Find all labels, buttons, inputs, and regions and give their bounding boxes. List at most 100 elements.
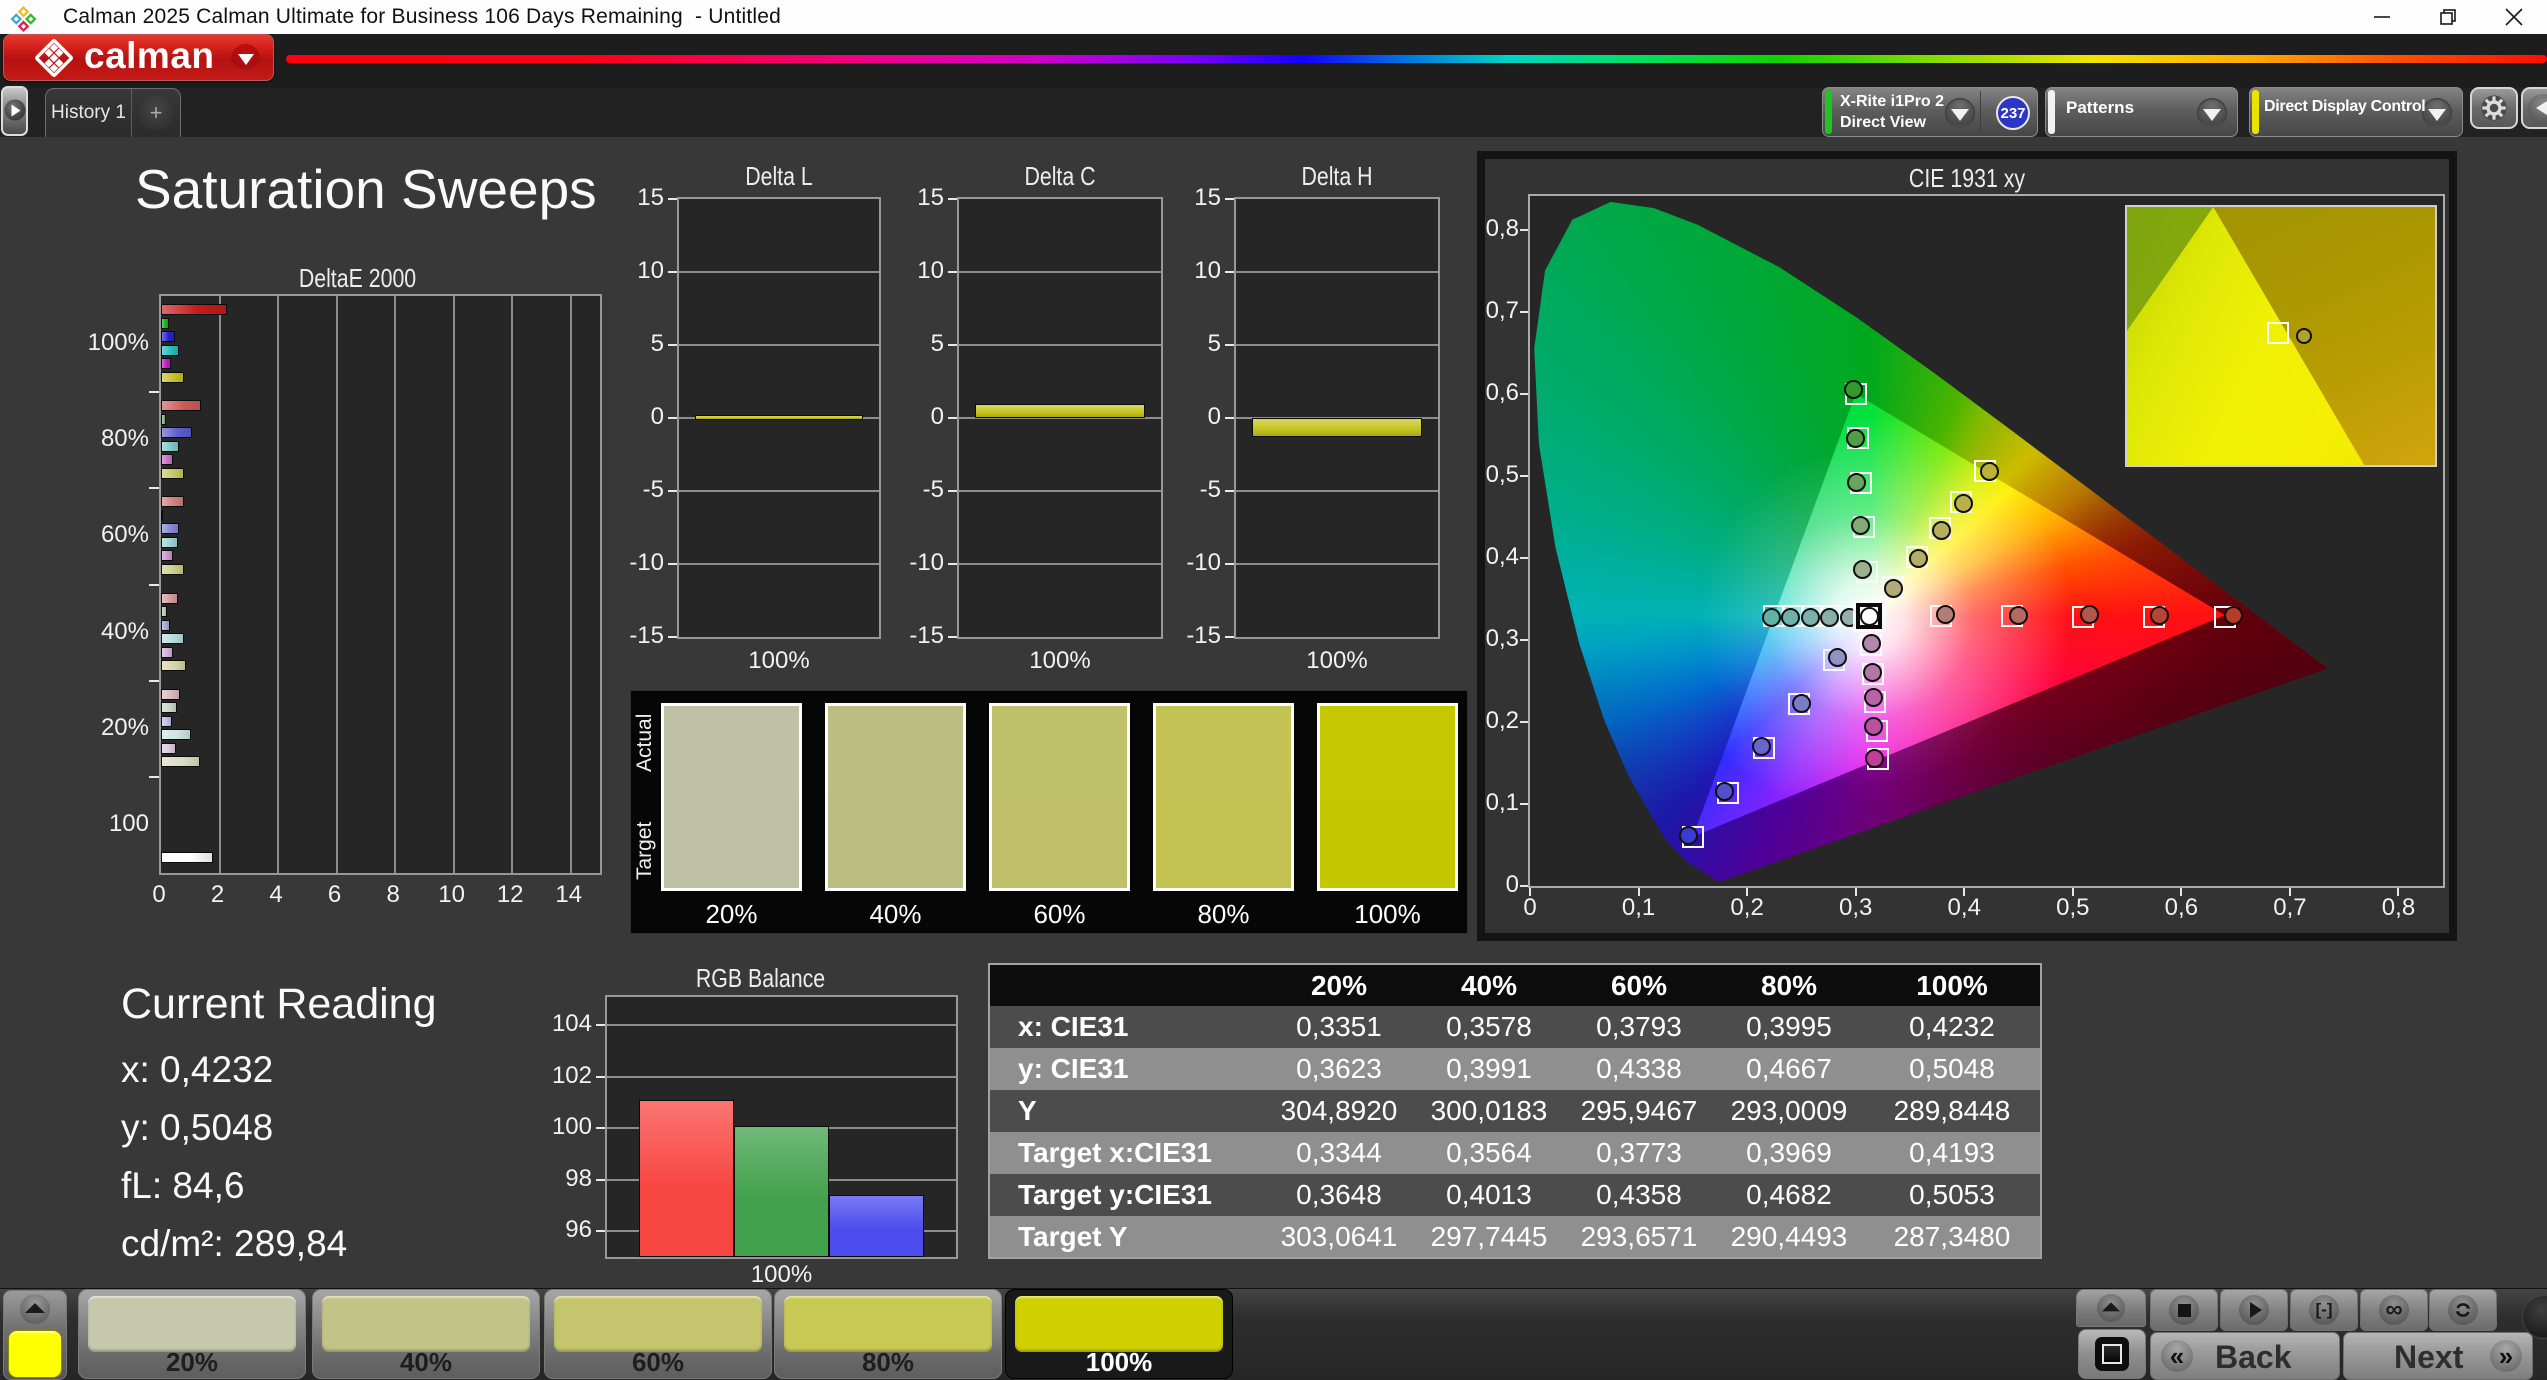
chevron-down-icon — [231, 44, 260, 73]
pattern-sample-40%[interactable]: 40% — [312, 1289, 540, 1379]
deltaE-x-tick-label: 14 — [555, 881, 583, 908]
gear-icon — [2481, 95, 2507, 121]
actual-target-swatch-panel: Actual Target 20% 40% 60% 80% 100% — [630, 690, 1468, 934]
play-button[interactable] — [2220, 1289, 2288, 1331]
deltaE-bar-80%-0 — [161, 400, 201, 412]
close-button[interactable] — [2481, 0, 2547, 34]
swatch-100% — [1317, 703, 1458, 891]
table-cell: 0,5048 — [1909, 1053, 1995, 1084]
reading-cdm: cd/m²: 289,84 — [121, 1223, 348, 1264]
patterns-status-stripe — [2048, 90, 2055, 134]
settings-gear-button[interactable] — [2470, 87, 2518, 129]
deltaE-bar-80%-4 — [161, 454, 174, 466]
table-cell: 0,4013 — [1446, 1179, 1532, 1210]
deltaE-group-label: 20% — [100, 713, 149, 741]
loop-button[interactable] — [2429, 1289, 2497, 1331]
table-cell: 290,4493 — [1730, 1220, 1848, 1252]
swatch-40% — [825, 703, 966, 891]
patterns-dropdown[interactable]: Patterns — [2045, 87, 2238, 137]
cie-white-point-measured — [1859, 606, 1879, 626]
deltaE-x-tick-label: 12 — [496, 881, 524, 908]
back-icon: « — [2161, 1340, 2193, 1372]
calman-menu-button[interactable]: calman — [3, 34, 274, 81]
cie-measured-green-100 — [1844, 380, 1863, 400]
deltaE-x-tick-label: 4 — [269, 881, 283, 908]
tab-scroll-button[interactable] — [1, 86, 28, 136]
table-cell: 0,5053 — [1909, 1179, 1995, 1210]
pattern-sample-20%[interactable]: 20% — [78, 1289, 306, 1379]
table-cell: 0,3969 — [1746, 1137, 1832, 1168]
collapse-panel-button[interactable] — [2521, 87, 2547, 129]
cie-x-tick-label: 0,8 — [2381, 894, 2416, 921]
rgb-bar-green — [734, 1125, 829, 1257]
current-reading-title: Current Reading — [121, 980, 437, 1028]
deltaE-x-tick-label: 8 — [386, 881, 400, 908]
range-button[interactable]: [-] — [2290, 1289, 2358, 1331]
display-control-label: Direct Display Control — [2264, 98, 2426, 115]
table-cell: 0,4667 — [1746, 1053, 1832, 1084]
display-control-dropdown[interactable]: Direct Display Control — [2249, 87, 2463, 137]
table-cell: 0,3991 — [1446, 1053, 1532, 1084]
minimize-button[interactable] — [2349, 0, 2415, 34]
stop-button[interactable] — [2150, 1289, 2218, 1331]
rgb-y-tick-label: 96 — [565, 1216, 592, 1244]
deltaE-bar-20%-4 — [161, 742, 176, 754]
deltaE-x-tick-label: 10 — [438, 881, 465, 908]
pattern-window-button[interactable] — [2078, 1329, 2146, 1379]
pattern-swatch-20% — [88, 1296, 296, 1352]
chevron-up-icon — [2102, 1302, 2120, 1312]
transport-expand-button[interactable] — [2076, 1289, 2146, 1327]
deltaE-bar-100%-5 — [161, 371, 185, 383]
deltaL-chart-title: Delta L — [745, 161, 813, 191]
add-tab-button[interactable]: + — [132, 89, 180, 137]
chevron-down-icon — [2422, 98, 2452, 128]
deltaL-y-tick-label: -15 — [629, 622, 664, 649]
restore-button[interactable] — [2415, 0, 2481, 34]
cie-y-tick-label: 0,1 — [1485, 788, 1519, 816]
patterns-label: Patterns — [2066, 98, 2135, 117]
table-row-label: y: CIE31 — [1018, 1053, 1129, 1084]
deltaE-bar-60%-5 — [161, 563, 185, 575]
deltaE-bar-20%-0 — [161, 688, 180, 700]
display-control-status-stripe — [2252, 90, 2259, 134]
meter-status-stripe — [1825, 90, 1832, 134]
deltaE-bar-20%-3 — [161, 729, 192, 741]
swatch-actual-40% — [828, 706, 963, 797]
deltaL-bar — [695, 415, 863, 421]
deltaE-bar-20%-1 — [161, 702, 177, 714]
deltaC-x-label: 100% — [1029, 647, 1091, 674]
rgb-y-tick-label: 104 — [551, 1010, 592, 1038]
deltaH-bar — [1252, 418, 1422, 438]
pattern-swatch-60% — [554, 1296, 762, 1352]
cie-x-tick-label: 0,6 — [2164, 894, 2199, 921]
meter-dropdown[interactable]: X-Rite i1Pro 2 Direct View 237 — [1822, 87, 2038, 137]
calman-app-icon — [10, 5, 37, 32]
tab-history-1[interactable]: History 1 — [46, 89, 132, 137]
back-button[interactable]: « Back — [2150, 1332, 2340, 1380]
table-row-label: Y — [1018, 1095, 1037, 1126]
table-header-row: 20% 40% 60% 80% 100% — [989, 964, 2041, 1006]
pattern-sample-60%[interactable]: 60% — [544, 1289, 772, 1379]
deltaH-chart-title: Delta H — [1301, 161, 1373, 191]
infinity-button[interactable]: ∞ — [2360, 1289, 2428, 1331]
close-icon — [2505, 8, 2523, 26]
deltaE-bar-100%-2 — [161, 331, 175, 342]
deltaE-bar-60%-2 — [161, 523, 179, 535]
pattern-swatch-80% — [784, 1296, 992, 1352]
deltaE-group-label: 60% — [100, 521, 149, 549]
cie-y-tick-label: 0,5 — [1485, 460, 1519, 488]
table-cell: 304,8920 — [1280, 1095, 1398, 1126]
swatch-target-40% — [828, 797, 963, 888]
meter-count-badge[interactable]: 237 — [1996, 96, 2030, 130]
table-cell: 0,3344 — [1296, 1137, 1382, 1168]
swatch-target-80% — [1156, 797, 1291, 888]
tab-group: History 1 + — [45, 88, 181, 137]
table-cell: 0,3648 — [1296, 1179, 1382, 1210]
deltaH-y-tick-label: 15 — [1194, 184, 1221, 211]
current-pattern-swatch[interactable] — [8, 1330, 62, 1378]
pattern-sample-80%[interactable]: 80% — [774, 1289, 1002, 1379]
table-cell: 287,3480 — [1893, 1220, 2011, 1252]
meter-name: X-Rite i1Pro 2 — [1840, 93, 1945, 110]
pattern-sample-100%[interactable]: 100% — [1005, 1289, 1233, 1379]
next-button[interactable]: Next » — [2343, 1332, 2533, 1380]
